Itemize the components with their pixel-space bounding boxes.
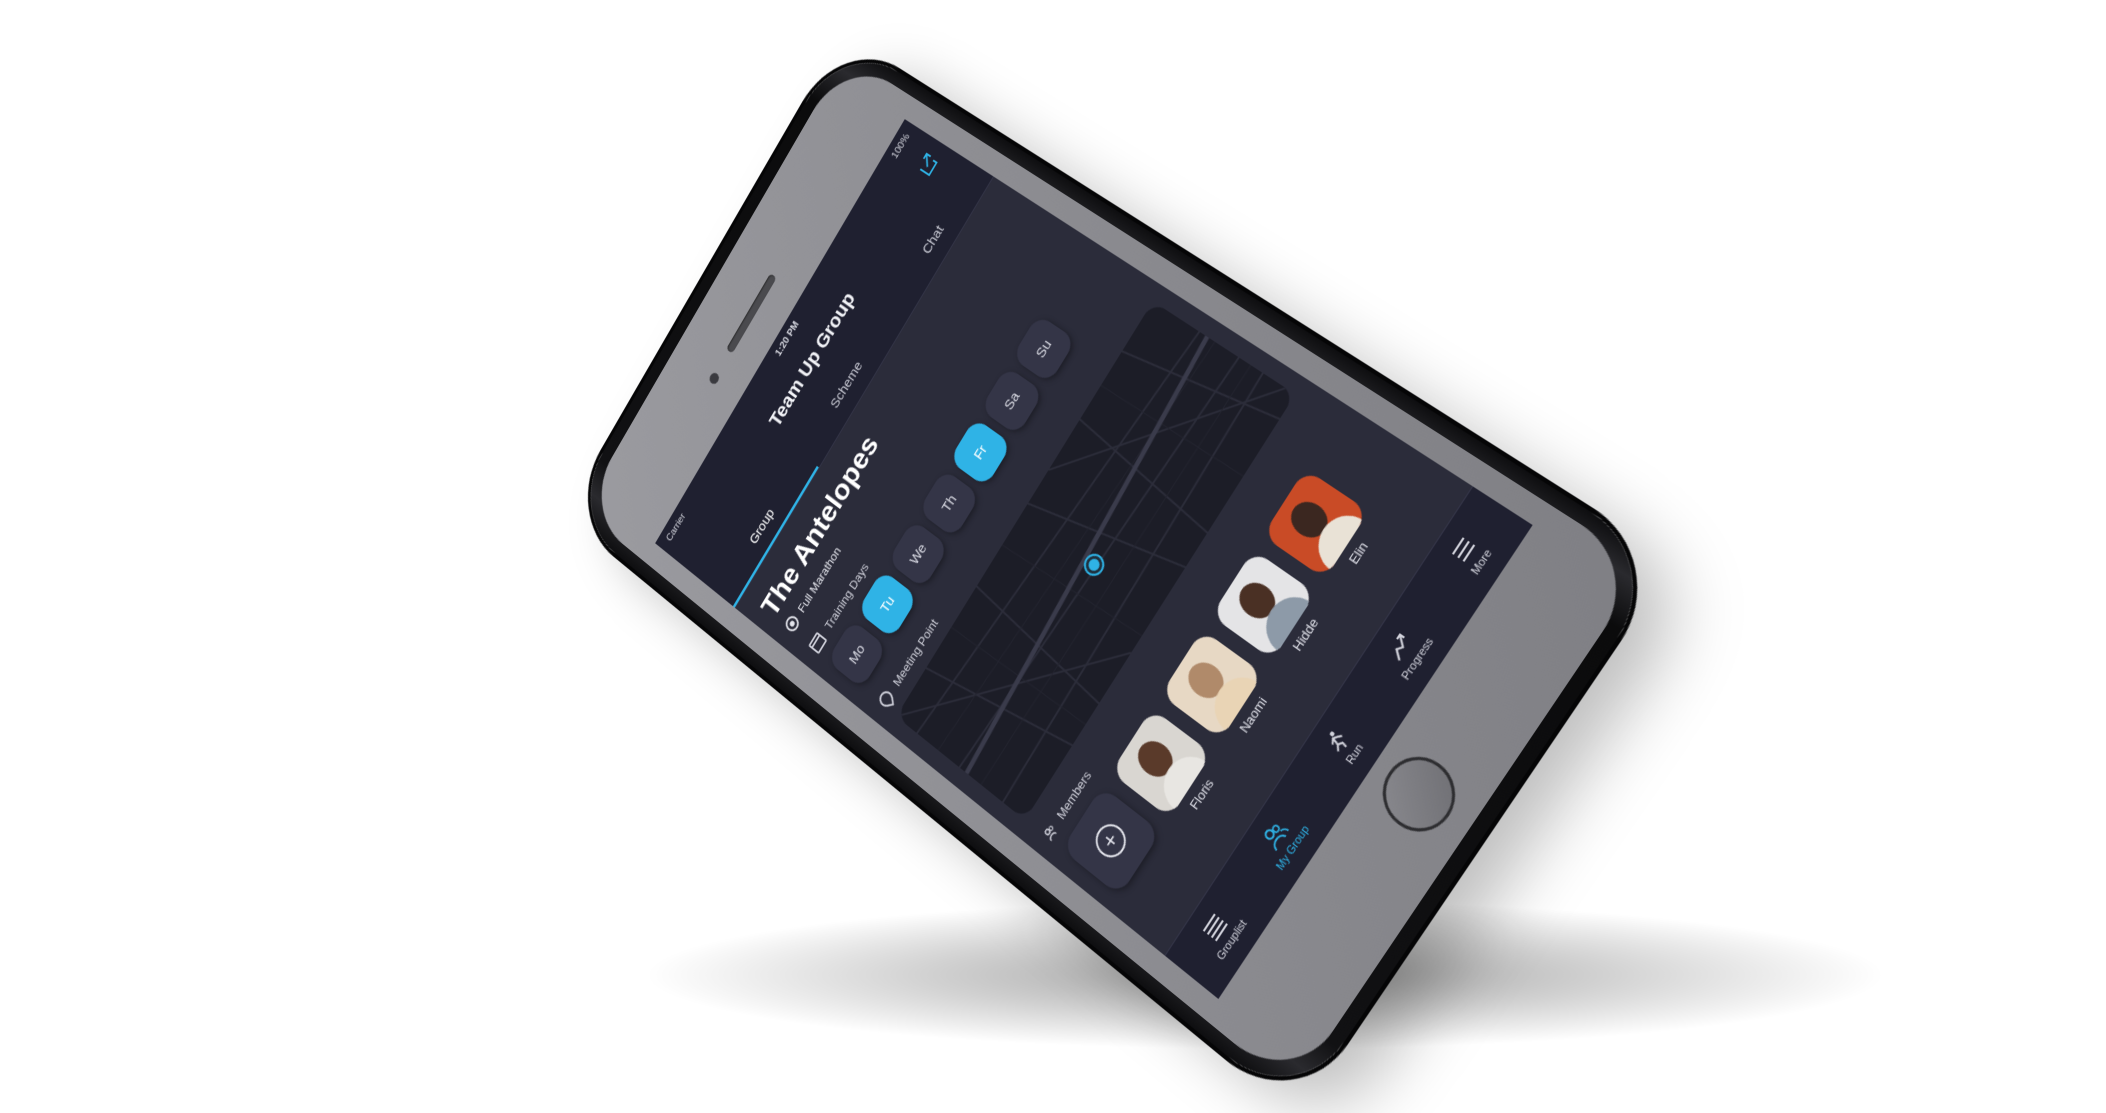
- members-list: + Floris Naomi Hidde Elin: [1061, 421, 1418, 909]
- progress-icon: [1383, 628, 1417, 665]
- avatar: [1111, 708, 1212, 818]
- home-button[interactable]: [1369, 742, 1470, 846]
- member-card[interactable]: Naomi: [1161, 630, 1281, 753]
- list-icon: [1199, 909, 1231, 945]
- day-fr[interactable]: Fr: [949, 418, 1012, 488]
- tabbar-more[interactable]: More: [1410, 487, 1533, 623]
- add-member-button[interactable]: +: [1061, 786, 1161, 896]
- tabbar-label: More: [1469, 547, 1495, 577]
- tabbar-run[interactable]: Run: [1285, 679, 1403, 814]
- tabbar-grouplist[interactable]: Grouplist: [1165, 865, 1279, 999]
- earpiece-speaker: [726, 273, 777, 353]
- tabbar-label: Progress: [1400, 636, 1437, 683]
- app-screen: Carrier 1:20 PM 100% Team Up Group Group: [655, 119, 1532, 999]
- tabbar-label: Grouplist: [1215, 918, 1250, 963]
- avatar: [1211, 550, 1316, 660]
- phone-bezel: Carrier 1:20 PM 100% Team Up Group Group: [581, 54, 1647, 1091]
- front-camera: [708, 371, 721, 386]
- people-icon: [1042, 822, 1058, 841]
- mockup-scene: Carrier 1:20 PM 100% Team Up Group Group: [0, 0, 2106, 1091]
- day-we[interactable]: We: [887, 519, 949, 589]
- plus-icon: +: [1090, 818, 1132, 864]
- member-card[interactable]: Floris: [1111, 708, 1229, 831]
- location-pin-icon: [878, 690, 894, 708]
- calendar-icon: [808, 632, 827, 655]
- bottom-tab-bar: Grouplist My Group Run Progress More: [1165, 486, 1533, 999]
- members-label: Members: [1054, 768, 1094, 822]
- meeting-point-map[interactable]: [896, 301, 1295, 820]
- avatar: [1262, 469, 1369, 579]
- group-icon: [1259, 817, 1292, 853]
- day-th[interactable]: Th: [918, 469, 981, 539]
- map-location-marker: [1083, 552, 1106, 577]
- member-card[interactable]: Hidde: [1211, 550, 1333, 673]
- target-icon: [783, 613, 801, 634]
- runner-icon: [1320, 723, 1354, 759]
- map-streets: [896, 301, 1295, 820]
- day-sa[interactable]: Sa: [980, 366, 1044, 436]
- phone-device: Carrier 1:20 PM 100% Team Up Group Group: [567, 37, 1669, 1113]
- member-name: Naomi: [1236, 694, 1269, 736]
- member-name: Floris: [1187, 776, 1217, 812]
- menu-icon: [1446, 532, 1481, 569]
- tabbar-my-group[interactable]: My Group: [1225, 773, 1341, 907]
- tabbar-label: My Group: [1274, 823, 1312, 873]
- day-su[interactable]: Su: [1011, 314, 1076, 384]
- member-card[interactable]: Elin: [1262, 469, 1387, 591]
- member-name: Hidde: [1289, 615, 1321, 654]
- members-heading: Members: [1041, 406, 1326, 842]
- avatar: [1161, 630, 1264, 740]
- day-tu[interactable]: Tu: [857, 570, 918, 640]
- member-name: Elin: [1346, 539, 1371, 567]
- tabbar-label: Run: [1344, 742, 1366, 767]
- tabbar-progress[interactable]: Progress: [1347, 584, 1468, 720]
- day-mo[interactable]: Mo: [827, 619, 888, 689]
